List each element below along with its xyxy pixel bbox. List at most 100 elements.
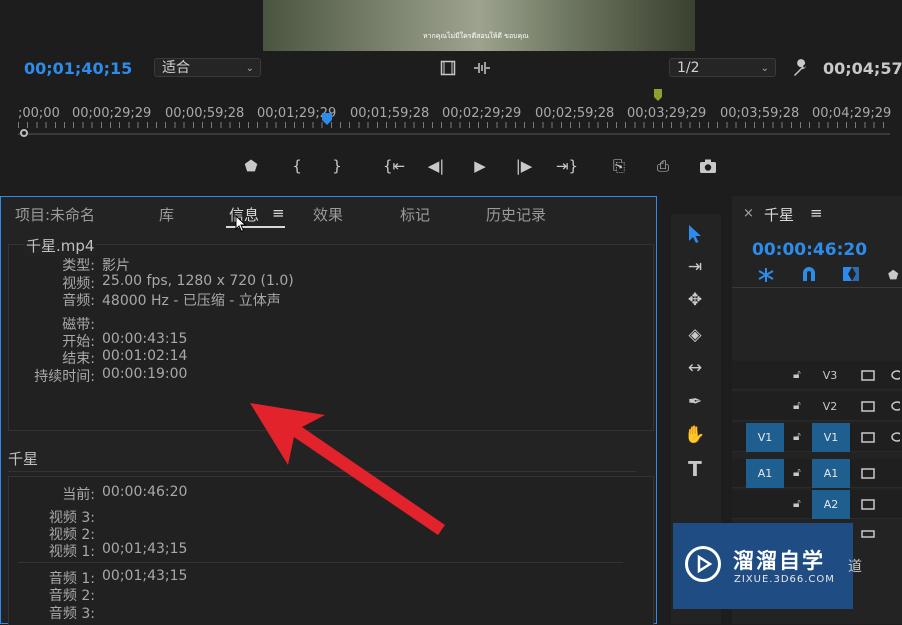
selection-tool[interactable] — [680, 220, 710, 248]
snap-icon[interactable] — [800, 266, 818, 282]
lock-icon[interactable]: 🔓︎ — [793, 429, 801, 444]
out-point-marker-icon — [651, 87, 665, 101]
mark-out-button[interactable]: } — [324, 155, 350, 177]
play-icon: ▶ — [474, 157, 486, 175]
step-back-icon: ◀| — [427, 157, 445, 175]
track-label-v1[interactable]: V1 — [812, 423, 850, 452]
ruler-label: 00;00;59;28 — [165, 106, 245, 121]
time-ruler[interactable] — [18, 122, 890, 128]
audio3-label: 音频 3: — [48, 606, 95, 622]
track-select-tool[interactable]: ⇥ — [680, 253, 710, 281]
mark-in-button[interactable]: { — [284, 155, 310, 177]
current-label: 当前: — [62, 487, 95, 503]
tab-markers[interactable]: 标记 — [400, 204, 430, 225]
panel-menu-icon[interactable]: ≡ — [810, 204, 823, 222]
source-patch-a1[interactable]: A1 — [746, 459, 784, 488]
go-to-out-button[interactable]: ⇥} — [554, 155, 580, 177]
tab-project[interactable]: 项目:未命名 — [15, 204, 95, 225]
mark-out-icon: } — [332, 157, 342, 175]
mark-in-icon: { — [292, 157, 302, 175]
resolution-select[interactable]: 1/2 ⌄ — [669, 58, 776, 77]
ruler-label: 00;02;59;28 — [535, 106, 615, 121]
end-value: 00:01:02:14 — [102, 348, 188, 364]
duration-value: 00:00:19:00 — [102, 366, 188, 382]
current-timecode[interactable]: 00;01;40;15 — [24, 59, 132, 78]
linked-selection-icon[interactable] — [842, 266, 860, 282]
watermark-play-icon — [685, 546, 721, 582]
sequence-tab[interactable]: 千星 — [764, 204, 794, 225]
track-label-a1[interactable]: A1 — [812, 459, 850, 488]
chevron-down-icon: ⌄ — [245, 63, 254, 74]
sequence-name: 千星 — [8, 450, 39, 468]
safe-margins-icon[interactable] — [440, 60, 456, 76]
lock-icon[interactable]: 🔓︎ — [793, 465, 801, 480]
type-label: 类型: — [62, 258, 95, 274]
pen-tool[interactable]: ✒ — [680, 388, 710, 416]
overwrite-button[interactable]: ⎙ — [650, 155, 676, 177]
hand-icon: ✋ — [684, 425, 706, 445]
text-icon: T — [688, 457, 702, 481]
ruler-label: 00;00;29;29 — [72, 106, 152, 121]
overwrite-icon: ⎙ — [656, 157, 669, 175]
close-icon[interactable]: × — [743, 206, 754, 221]
panel-menu-icon[interactable]: ≡ — [272, 204, 285, 222]
step-forward-icon: |▶ — [515, 157, 533, 175]
camera-icon — [700, 159, 716, 173]
timeline-timecode[interactable]: 00:00:46:20 — [752, 240, 867, 260]
tab-effects[interactable]: 效果 — [313, 204, 343, 225]
step-back-button[interactable]: ◀| — [423, 155, 449, 177]
go-to-in-button[interactable]: {⇤ — [381, 155, 407, 177]
marker-icon: ⬟ — [244, 157, 258, 175]
playhead[interactable] — [320, 111, 334, 125]
annotation-arrow-icon — [250, 403, 445, 535]
source-patch-v1[interactable]: V1 — [746, 423, 784, 452]
mouse-cursor-icon — [235, 214, 247, 233]
ruler-label: 00;04;29;29 — [812, 106, 892, 121]
clip-name: 千星.mp4 — [24, 235, 97, 256]
play-button[interactable]: ▶ — [467, 155, 493, 177]
track-partial-label: 道 — [848, 559, 862, 575]
pen-icon: ✒ — [687, 392, 703, 412]
insert-button[interactable]: ⎘ — [606, 155, 632, 177]
duration-timecode: 00;04;57; — [823, 59, 902, 78]
go-to-out-icon: ⇥} — [555, 157, 579, 175]
hand-tool[interactable]: ✋ — [680, 421, 710, 449]
zoom-scrollbar[interactable] — [18, 133, 890, 135]
zoom-select[interactable]: 适合 ⌄ — [154, 58, 261, 77]
slip-tool[interactable]: ↔ — [680, 354, 710, 382]
video1-label: 视频 1: — [48, 544, 95, 560]
track-label-v3[interactable]: V3 — [812, 361, 848, 390]
lock-icon[interactable]: 🔓︎ — [793, 367, 801, 382]
audio-waveform-icon[interactable] — [472, 60, 492, 76]
export-frame-button[interactable] — [695, 155, 721, 177]
video1-value: 00;01;43;15 — [102, 541, 188, 557]
slip-icon: ↔ — [687, 358, 703, 378]
scrollbar-handle[interactable] — [20, 129, 28, 137]
tab-history[interactable]: 历史记录 — [486, 204, 546, 225]
tab-library[interactable]: 库 — [159, 204, 174, 225]
lock-icon[interactable]: 🔓︎ — [793, 496, 801, 511]
track-select-icon: ⇥ — [687, 257, 703, 277]
go-to-in-icon: {⇤ — [382, 157, 406, 175]
audio1-value: 00;01;43;15 — [102, 568, 188, 584]
ruler-label: 00;03;29;29 — [627, 106, 707, 121]
lock-icon[interactable]: 🔓︎ — [793, 398, 801, 413]
ruler-label: 00;03;59;28 — [720, 106, 800, 121]
razor-tool[interactable]: ◈ — [680, 321, 710, 349]
add-marker-button[interactable]: ⬟ — [238, 155, 264, 177]
step-forward-button[interactable]: |▶ — [511, 155, 537, 177]
track-label-a2[interactable]: A2 — [812, 490, 850, 519]
wrench-icon[interactable] — [791, 58, 811, 78]
nest-icon[interactable] — [757, 267, 775, 283]
type-tool[interactable]: T — [680, 455, 710, 483]
add-marker-icon[interactable]: ⬟ — [888, 268, 898, 282]
track-toggles — [860, 368, 902, 538]
ripple-edit-tool[interactable]: ✥ — [680, 286, 710, 314]
track-label-v2[interactable]: V2 — [812, 392, 848, 421]
video-value: 25.00 fps, 1280 x 720 (1.0) — [102, 273, 294, 289]
video-preview: หากคุณไม่มีใครดีสอนให้ดี ขอบคุณ — [263, 0, 695, 51]
divider — [18, 562, 623, 563]
video-subtitle: หากคุณไม่มีใครดีสอนให้ดี ขอบคุณ — [423, 32, 529, 40]
ruler-label: 00;01;59;28 — [350, 106, 430, 121]
start-value: 00:00:43:15 — [102, 331, 188, 347]
